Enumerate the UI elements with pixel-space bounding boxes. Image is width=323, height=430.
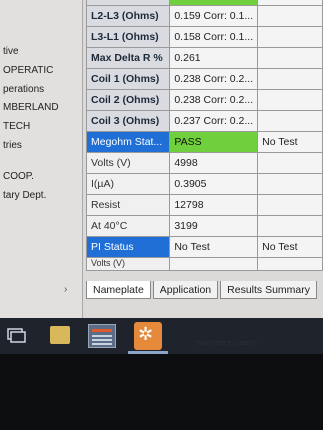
row-extra[interactable] [257,110,323,132]
row-label[interactable]: Coil 3 (Ohms) [85,110,171,132]
row-label[interactable]: Volts (V) [85,152,171,174]
row-extra[interactable]: No Test [257,131,323,153]
table-row: Max Delta R % 0.261 [85,47,323,69]
row-extra[interactable] [257,257,323,271]
left-panel: tive OPERATIC perations MBERLAND TECH tr… [0,0,83,318]
tab-results-summary[interactable]: Results Summary [220,281,318,299]
row-extra[interactable] [257,68,323,90]
row-value[interactable] [169,257,259,271]
folder-icon[interactable] [50,326,70,344]
table-row: I(µA) 0.3905 [85,173,323,195]
table-row: Resist 12798 [85,194,323,216]
row-label[interactable]: Coil 1 (Ohms) [85,68,171,90]
table-row: Volts (V) 4998 [85,152,323,174]
gear-icon[interactable]: ✲ [134,322,162,350]
row-label[interactable]: Volts (V) [85,257,171,271]
tab-bar: Nameplate Application Results Summary [86,281,320,301]
results-grid: L2-L3 (Ohms) 0.159 Corr: 0.1... L3-L1 (O… [85,0,323,271]
row-value[interactable]: 12798 [169,194,259,216]
row-extra[interactable]: No Test [257,236,323,258]
row-extra[interactable] [257,5,323,27]
row-value[interactable]: 0.237 Corr: 0.2... [169,110,259,132]
table-row: Megohm Stat... PASS No Test [85,131,323,153]
screen: tive OPERATIC perations MBERLAND TECH tr… [0,0,323,318]
table-row: L2-L3 (Ohms) 0.159 Corr: 0.1... [85,5,323,27]
tab-application[interactable]: Application [152,281,219,299]
row-extra[interactable] [257,26,323,48]
row-extra[interactable] [257,47,323,69]
row-label[interactable]: At 40°C [85,215,171,237]
table-row: Coil 3 (Ohms) 0.237 Corr: 0.2... [85,110,323,132]
table-row: At 40°C 3199 [85,215,323,237]
left-panel-line[interactable]: MBERLAND [3,102,59,113]
row-label[interactable]: L2-L3 (Ohms) [85,5,171,27]
left-panel-line[interactable]: TECH [3,121,30,132]
row-value[interactable]: 0.238 Corr: 0.2... [169,89,259,111]
task-view-icon[interactable] [6,326,26,344]
row-label[interactable]: Coil 2 (Ohms) [85,89,171,111]
left-panel-line[interactable]: perations [3,84,44,95]
table-row: Coil 1 (Ohms) 0.238 Corr: 0.2... [85,68,323,90]
row-label[interactable]: PI Status [85,236,171,258]
row-label[interactable]: Megohm Stat... [85,131,171,153]
row-label[interactable]: I(µA) [85,173,171,195]
table-row: Coil 2 (Ohms) 0.238 Corr: 0.2... [85,89,323,111]
table-row: Volts (V) [85,257,323,271]
row-label[interactable]: L3-L1 (Ohms) [85,26,171,48]
row-extra[interactable] [257,215,323,237]
left-panel-line[interactable]: tive [3,46,19,57]
left-panel-line[interactable]: tary Dept. [3,190,46,201]
row-extra[interactable] [257,152,323,174]
left-panel-line[interactable]: tries [3,140,22,151]
table-row: L3-L1 (Ohms) 0.158 Corr: 0.1... [85,26,323,48]
left-panel-line[interactable]: COOP. [3,171,34,182]
scroll-arrow-icon[interactable]: › [64,284,67,295]
row-value[interactable]: 0.238 Corr: 0.2... [169,68,259,90]
row-extra[interactable] [257,89,323,111]
row-extra[interactable] [257,173,323,195]
row-value[interactable]: 0.159 Corr: 0.1... [169,5,259,27]
row-extra[interactable] [257,194,323,216]
row-value[interactable]: 0.261 [169,47,259,69]
table-row: PI Status No Test No Test [85,236,323,258]
row-label[interactable]: Resist [85,194,171,216]
status-badge[interactable]: PASS [169,131,259,153]
tab-nameplate[interactable]: Nameplate [86,281,151,299]
row-label[interactable]: Max Delta R % [85,47,171,69]
row-value[interactable]: 3199 [169,215,259,237]
row-value[interactable]: No Test [169,236,259,258]
taskbar: ✲ [0,318,323,354]
search-hint: Type here to search [195,340,257,347]
monitor-bezel [0,354,323,430]
row-value[interactable]: 0.158 Corr: 0.1... [169,26,259,48]
row-value[interactable]: 4998 [169,152,259,174]
row-value[interactable]: 0.3905 [169,173,259,195]
app-icon[interactable] [88,324,116,348]
left-panel-line[interactable]: OPERATIC [3,65,53,76]
